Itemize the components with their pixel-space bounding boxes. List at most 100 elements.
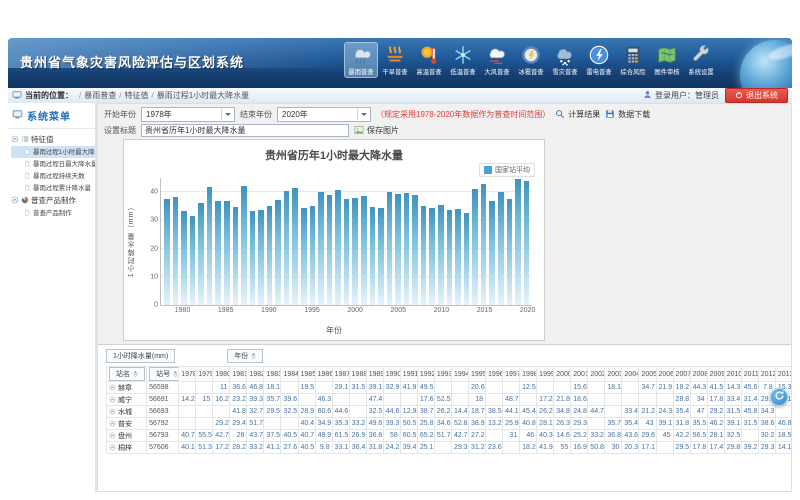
save-image-button[interactable]: 保存图片 (354, 125, 399, 137)
expander-icon[interactable] (11, 135, 19, 145)
tree-item[interactable]: 暴雨过程持续天数 (11, 170, 95, 182)
row-expander-icon[interactable] (109, 432, 116, 441)
year-column-header: 1989 (366, 367, 383, 382)
value-cell (349, 406, 366, 418)
value-cell: 32.5 (724, 430, 741, 442)
breadcrumb-path: /暴雨普查/特征值/暴雨过程1小时最大降水量 (76, 90, 249, 101)
year-column-header: 2010 (724, 367, 741, 382)
value-cell: 50.5 (400, 418, 417, 430)
hail-icon (514, 44, 548, 68)
tree-group-list[interactable]: 特征值 (11, 133, 95, 146)
tree-item[interactable]: 普查产品制作 (11, 207, 95, 219)
value-cell: 18.2 (520, 442, 537, 454)
value-cell (656, 394, 673, 406)
value-cell: 36.4 (349, 442, 366, 454)
measure-field-chip[interactable]: 1小时降水量(mm) (106, 349, 175, 363)
start-year-select[interactable]: 1978年 (141, 107, 235, 122)
breadcrumb-bar: 当前的位置： /暴雨普查/特征值/暴雨过程1小时最大降水量 登录用户：管理员 退… (8, 88, 792, 104)
breadcrumb-link[interactable]: 暴雨普查 (84, 91, 116, 100)
value-cell: 45.4 (520, 406, 537, 418)
year-column-header: 1988 (349, 367, 366, 382)
value-cell: 49.5 (417, 382, 434, 394)
row-field-chip[interactable]: 站名 (109, 367, 145, 381)
end-year-select[interactable]: 2020年 (277, 107, 371, 122)
main-panel: 开始年份 1978年 结束年份 2020年 （规定采用1978-2020年数据作… (97, 103, 792, 492)
breadcrumb-link[interactable]: 特征值 (124, 91, 148, 100)
row-field-chip[interactable]: 站号 (149, 367, 179, 381)
nav-item-map[interactable]: 图件审核 (650, 42, 684, 78)
chart-title-input[interactable] (141, 124, 349, 137)
value-cell: 14.2 (179, 394, 196, 406)
year-column-header: 1997 (503, 367, 520, 382)
nav-item-wind[interactable]: 大风普查 (480, 42, 514, 78)
nav-item-heat[interactable]: 高温普查 (412, 42, 446, 78)
value-cell: 29.2 (707, 406, 724, 418)
row-expander-icon[interactable] (109, 420, 116, 429)
map-icon (650, 44, 684, 68)
station-id-cell: 56691 (147, 394, 179, 406)
nav-item-rainstorm[interactable]: 暴雨普查 (344, 42, 378, 78)
x-tick-label: 1995 (304, 307, 320, 314)
bar-1992 (284, 191, 290, 305)
calc-result-button[interactable]: 计算结果 (555, 109, 600, 121)
measure-chip-label: 1小时降水量(mm) (113, 351, 168, 361)
value-cell: 12.9 (400, 406, 417, 418)
tree-item[interactable]: 暴雨过程1小时最大降水量 (11, 146, 95, 158)
value-cell: 41.1 (264, 442, 281, 454)
data-download-button[interactable]: 数据下载 (605, 109, 650, 121)
tree-group-pie[interactable]: 普查产品制作 (11, 194, 95, 207)
row-expander-icon[interactable] (109, 444, 116, 453)
logout-button[interactable]: 退出系统 (725, 88, 788, 103)
station-name-cell: 盘州 (107, 430, 147, 442)
tree-item[interactable]: 暴雨过程日最大降水量 (11, 158, 95, 170)
value-cell: 17.4 (707, 442, 724, 454)
value-cell: 65.2 (417, 430, 434, 442)
value-cell (656, 442, 673, 454)
nav-item-drought[interactable]: 干旱普查 (378, 42, 412, 78)
value-cell: 40.7 (179, 430, 196, 442)
value-cell: 40.4 (298, 418, 315, 430)
row-expander-icon[interactable] (109, 396, 116, 405)
year-column-header: 1979 (196, 367, 213, 382)
bar-2005 (395, 194, 401, 305)
rainstorm-icon (344, 44, 378, 68)
year-field-chip[interactable]: 年份 (227, 349, 263, 363)
expander-icon[interactable] (11, 196, 19, 206)
chart-legend[interactable]: 国家站平均 (479, 163, 535, 177)
tree-item[interactable]: 暴雨过程累计降水量 (11, 182, 95, 194)
value-cell: 21.9 (656, 382, 673, 394)
value-cell: 41.8 (230, 406, 247, 418)
nav-item-lightning[interactable]: 雷电普查 (582, 42, 616, 78)
value-cell (605, 394, 622, 406)
value-cell: 40.5 (298, 442, 315, 454)
save-image-label: 保存图片 (367, 125, 399, 136)
breadcrumb-link[interactable]: 暴雨过程1小时最大降水量 (157, 91, 249, 100)
value-cell: 55 (554, 442, 571, 454)
row-expander-icon[interactable] (109, 408, 116, 417)
row-expander-icon[interactable] (109, 384, 116, 393)
sort-icons[interactable] (133, 370, 138, 378)
x-axis-label: 年份 (124, 325, 544, 336)
bar-2019 (515, 179, 521, 305)
nav-item-settings[interactable]: 系统设置 (684, 42, 718, 78)
end-year-label: 结束年份 (240, 109, 272, 120)
toolbar-row-2: 设置标题 保存图片 (104, 123, 787, 138)
nav-item-label: 综合风险 (618, 68, 649, 76)
station-name-cell: 水城 (107, 406, 147, 418)
sort-icons[interactable] (173, 370, 178, 378)
year-column-header: 1991 (400, 367, 417, 382)
station-name-cell: 威宁 (107, 394, 147, 406)
y-tick-label: 40 (150, 189, 158, 196)
nav-item-cold[interactable]: 低温普查 (446, 42, 480, 78)
nav-item-snow[interactable]: 雪灾普查 (548, 42, 582, 78)
nav-item-risk[interactable]: 综合风险 (616, 42, 650, 78)
nav-item-hail[interactable]: 冰雹普查 (514, 42, 548, 78)
value-cell: 60.6 (315, 406, 332, 418)
value-cell: 40.8 (520, 418, 537, 430)
refresh-floating-button[interactable] (770, 388, 788, 406)
value-cell: 25.9 (503, 418, 520, 430)
bar-2017 (498, 192, 504, 305)
tree-item-label: 暴雨过程持续天数 (33, 171, 85, 180)
table-scroll-container[interactable]: 站名站号197819791980198119821983198419851986… (106, 366, 791, 454)
sort-icons[interactable] (251, 352, 256, 360)
